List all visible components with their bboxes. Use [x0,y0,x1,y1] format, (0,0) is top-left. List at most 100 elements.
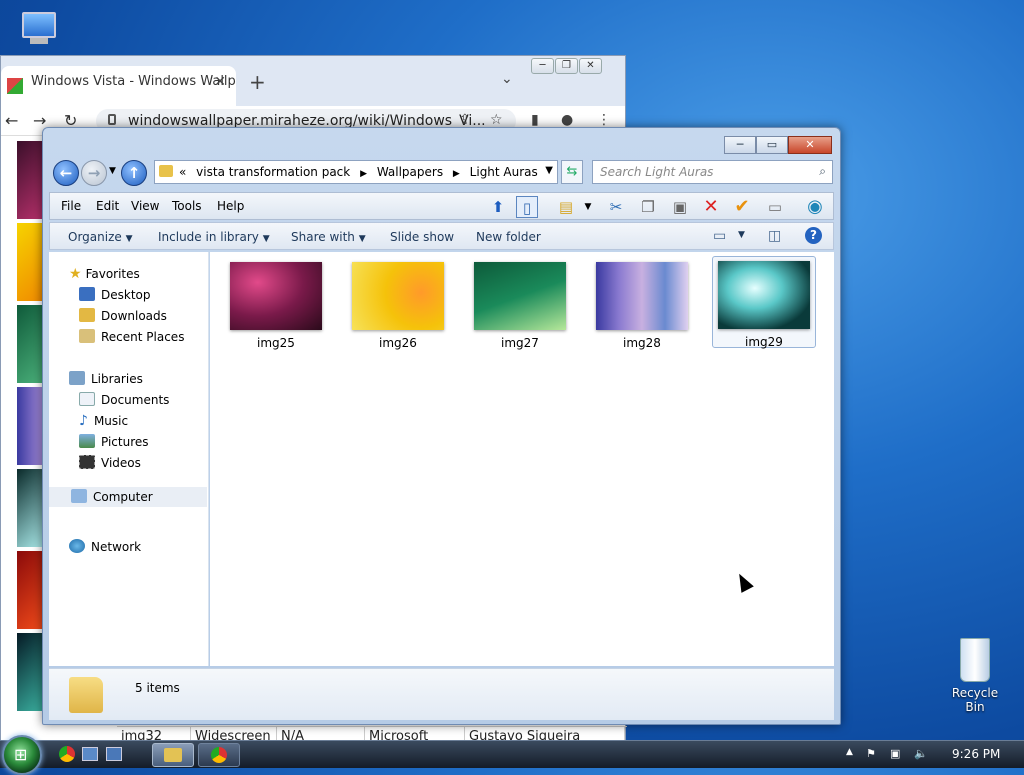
search-icon[interactable]: ⌕ [819,164,826,179]
wallpaper-thumb[interactable] [17,141,43,219]
breadcrumb-item[interactable]: Light Auras [470,165,538,179]
folder-icon [164,748,182,762]
share-with-button[interactable]: Share with ▼ [291,230,366,244]
close-button[interactable]: ✕ [788,136,832,154]
minimize-button[interactable]: ─ [531,58,554,74]
minimize-button[interactable]: ─ [724,136,756,154]
slide-show-button[interactable]: Slide show [390,230,454,244]
show-hidden-icons-icon[interactable]: ▲ [846,747,853,757]
computer-desktop-icon[interactable] [14,10,64,52]
nav-music[interactable]: ♪ Music [79,413,128,429]
back-arrow-icon[interactable]: ← [5,111,18,130]
tab-list-chevron-icon[interactable]: ⌄ [501,71,513,87]
file-tile[interactable]: img28 [590,258,694,350]
action-center-flag-icon[interactable]: ⚑ [866,747,876,760]
start-button[interactable]: ⊞ [2,735,42,775]
lock-icon [108,114,116,125]
wallpaper-thumb[interactable] [17,387,43,465]
nav-downloads[interactable]: Downloads [79,308,167,323]
help-icon[interactable]: ? [805,227,822,244]
share-icon[interactable]: ⇪ [459,112,471,128]
new-tab-button[interactable]: + [249,70,266,94]
paste-icon[interactable]: ▣ [669,196,691,218]
breadcrumb[interactable]: « vista transformation pack ▶ Wallpapers… [154,160,558,184]
change-view-icon[interactable]: ▭ [713,228,726,244]
nav-recent-places[interactable]: Recent Places [79,329,184,344]
forward-button[interactable]: → [81,160,107,186]
taskbar-chrome-button[interactable] [198,743,240,767]
file-tile[interactable]: img27 [468,258,572,350]
clock[interactable]: 9:26 PM [952,747,1000,761]
folder-options-icon[interactable]: ▤ [555,196,577,218]
file-tile[interactable]: img25 [224,258,328,350]
menu-file[interactable]: File [61,199,81,213]
back-button[interactable]: ← [53,160,79,186]
menu-kebab-icon[interactable]: ⋮ [597,112,611,128]
nav-pictures[interactable]: Pictures [79,434,149,449]
switch-windows-icon[interactable] [106,747,122,761]
bookmark-star-icon[interactable]: ☆ [490,112,503,128]
breadcrumb-item[interactable]: Wallpapers [377,165,443,179]
recycle-bin-desktop-icon[interactable]: Recycle Bin [942,636,1008,714]
rename-icon[interactable]: ▭ [764,196,786,218]
recent-pages-dropdown-icon[interactable]: ▼ [109,166,116,176]
new-folder-button[interactable]: New folder [476,230,541,244]
explorer-window[interactable]: ─ ▭ ✕ ← → ▼ ↑ « vista transformation pac… [42,127,841,725]
command-bar: Organize ▼ Include in library ▼ Share wi… [49,222,834,250]
organize-label: Organize [68,230,122,244]
file-tile-selected[interactable]: img29 [712,256,816,349]
side-panel-icon[interactable]: ▮ [531,112,539,128]
nav-network[interactable]: Network [69,539,141,554]
volume-muted-icon[interactable]: 🔈 [914,747,928,760]
properties-check-icon[interactable]: ✔ [731,196,753,218]
copy-icon[interactable]: ❐ [637,196,659,218]
file-tile[interactable]: img26 [346,258,450,350]
chrome-quicklaunch-icon[interactable] [59,746,75,762]
wallpaper-thumb[interactable] [17,633,43,711]
tab-close-icon[interactable]: ✕ [214,74,226,90]
refresh-button[interactable]: ⇆ [561,160,583,184]
breadcrumb-item[interactable]: vista transformation pack [196,165,350,179]
view-dropdown-icon[interactable]: ▼ [738,230,745,240]
menu-tools[interactable]: Tools [172,199,202,213]
maximize-button[interactable]: ❐ [555,58,578,74]
maximize-button[interactable]: ▭ [756,136,788,154]
breadcrumb-dropdown-icon[interactable]: ▼ [545,165,553,176]
profile-avatar-icon[interactable]: ● [561,112,573,128]
menu-edit[interactable]: Edit [96,199,119,213]
delete-icon[interactable]: ✕ [700,196,722,218]
nav-computer[interactable]: Computer [49,487,207,507]
wallpaper-thumb[interactable] [17,551,43,629]
nav-videos[interactable]: Videos [79,455,141,470]
wallpaper-thumb[interactable] [17,305,43,383]
preview-pane-icon[interactable]: ▯ [516,196,538,218]
nav-favorites[interactable]: ★ Favorites [69,266,140,282]
search-input[interactable]: Search Light Auras ⌕ [592,160,833,184]
menu-view[interactable]: View [131,199,159,213]
organize-button[interactable]: Organize ▼ [68,230,133,244]
file-name: img27 [501,336,539,350]
close-button[interactable]: ✕ [579,58,602,74]
file-name: img26 [379,336,417,350]
network-tray-icon[interactable]: ▣ [890,747,900,760]
include-in-library-button[interactable]: Include in library ▼ [158,230,270,244]
breadcrumb-separator-icon[interactable]: ▶ [453,169,460,179]
nav-documents[interactable]: Documents [79,392,169,407]
breadcrumb-overflow[interactable]: « [179,165,186,179]
up-folder-icon[interactable]: ⬆ [487,196,509,218]
browser-tab[interactable]: Windows Vista - Windows Wallp ✕ [1,66,236,106]
nav-libraries[interactable]: Libraries [69,371,143,386]
nav-desktop[interactable]: Desktop [79,287,151,302]
show-desktop-icon[interactable] [82,747,98,761]
preview-pane-toggle-icon[interactable]: ◫ [768,228,781,244]
wallpaper-thumb[interactable] [17,223,43,301]
nav-label: Documents [101,393,170,407]
menu-help[interactable]: Help [217,199,244,213]
breadcrumb-separator-icon[interactable]: ▶ [360,169,367,179]
up-one-level-button[interactable]: ↑ [121,160,147,186]
network-globe-icon[interactable]: ◉ [804,196,826,218]
wallpaper-thumb[interactable] [17,469,43,547]
folder-options-dropdown-icon[interactable]: ▼ [577,196,599,218]
taskbar-explorer-button[interactable] [152,743,194,767]
cut-icon[interactable]: ✂ [605,196,627,218]
